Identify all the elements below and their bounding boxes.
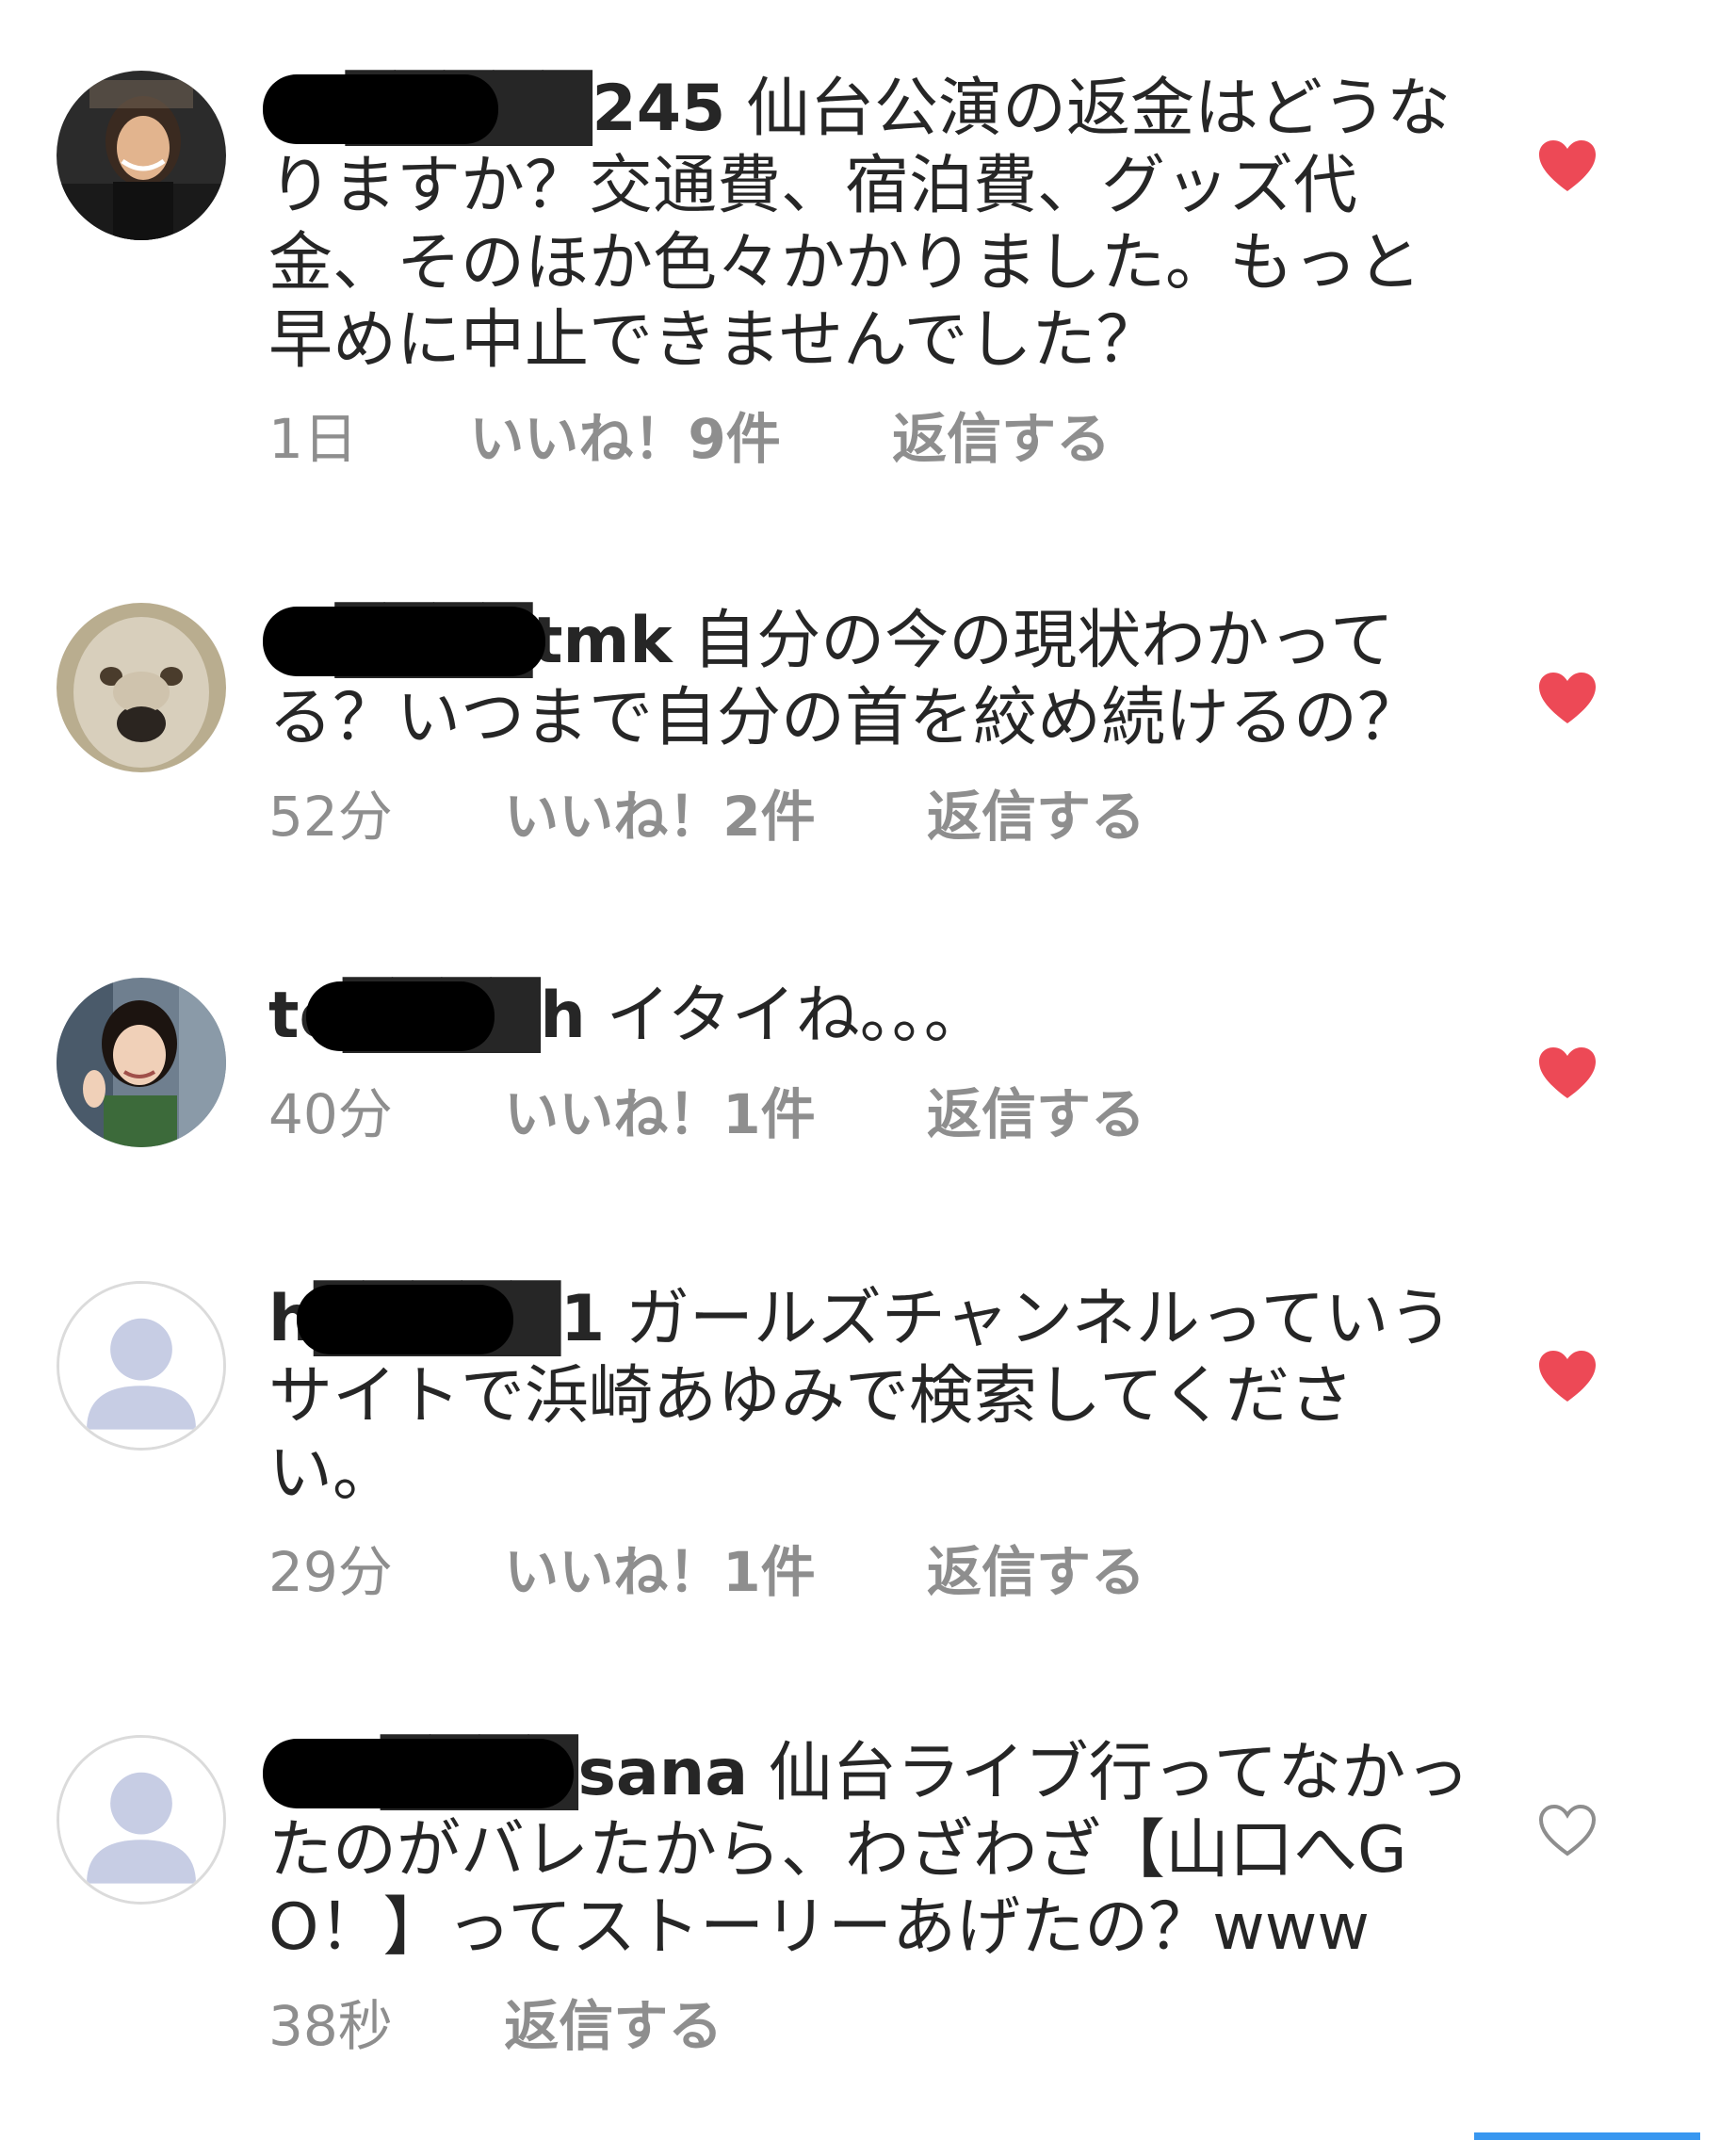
comment-text: h█████1 ガールズチャンネルっていうサイトで浜崎あゆみで検索してください。: [268, 1281, 1474, 1513]
comment-time: 1日: [268, 407, 358, 471]
redaction-mark: [306, 981, 495, 1051]
comment-username[interactable]: ru█████245: [263, 71, 725, 148]
comment-time: 38秒: [268, 1994, 393, 2058]
like-count-link[interactable]: いいね！2件: [504, 784, 815, 850]
redaction-mark: [297, 1285, 513, 1354]
comment-time: 52分: [268, 785, 393, 849]
heart-filled-icon[interactable]: [1537, 138, 1598, 193]
comment-meta: 40分 いいね！1件 返信する: [268, 1081, 1474, 1147]
reply-button[interactable]: 返信する: [927, 1081, 1145, 1147]
like-count-link[interactable]: いいね！1件: [504, 1081, 815, 1147]
reply-button[interactable]: 返信する: [504, 1993, 722, 2059]
like-count-link[interactable]: いいね！9件: [469, 406, 780, 472]
like-count-link[interactable]: いいね！1件: [504, 1539, 815, 1605]
comment-text: mu████sana 仙台ライブ行ってなかったのがバレたから、わざわざ【山口へG…: [263, 1735, 1474, 1967]
girl-avatar-icon[interactable]: [57, 978, 226, 1147]
comment-username[interactable]: mu████sana: [263, 1735, 748, 1812]
default-user-avatar-icon[interactable]: [57, 1281, 226, 1451]
comments-page: ru█████245 仙台公演の返金はどうなりますか？交通費、宿泊費、グッズ代金…: [0, 0, 1736, 2140]
comment-text: m████tmk 自分の今の現状わかってる？いつまで自分の首を絞め続けるの？: [263, 603, 1474, 757]
comment-username[interactable]: m████tmk: [263, 603, 673, 680]
reply-button[interactable]: 返信する: [927, 784, 1145, 850]
comment-meta: 38秒 返信する: [268, 1993, 1474, 2059]
reply-button[interactable]: 返信する: [927, 1539, 1145, 1605]
comment-meta: 1日 いいね！9件 返信する: [268, 406, 1474, 472]
redaction-mark: [263, 1739, 574, 1808]
redaction-mark: [263, 607, 545, 676]
comment-username[interactable]: to████h: [268, 978, 586, 1055]
reply-button[interactable]: 返信する: [892, 406, 1111, 472]
heart-filled-icon[interactable]: [1537, 1046, 1598, 1100]
redaction-mark: [263, 74, 498, 144]
heart-outline-icon[interactable]: [1537, 1803, 1598, 1857]
dog-avatar-icon[interactable]: [57, 603, 226, 772]
comment-meta: 29分 いいね！1件 返信する: [268, 1539, 1474, 1605]
comment-meta: 52分 いいね！2件 返信する: [268, 784, 1474, 850]
comment-username[interactable]: h█████1: [268, 1281, 605, 1358]
heart-filled-icon[interactable]: [1537, 1349, 1598, 1403]
comment-text: to████h イタイね。。。: [268, 978, 1474, 1055]
scroll-indicator: [1474, 2132, 1700, 2140]
comment-time: 40分: [268, 1082, 393, 1146]
comment-body: イタイね。。。: [606, 979, 988, 1053]
heart-filled-icon[interactable]: [1537, 671, 1598, 725]
default-user-avatar-icon[interactable]: [57, 1735, 226, 1905]
comment-text: ru█████245 仙台公演の返金はどうなりますか？交通費、宿泊費、グッズ代金…: [263, 71, 1474, 380]
woman-singer-avatar-icon[interactable]: [57, 71, 226, 240]
comment-time: 29分: [268, 1540, 393, 1604]
